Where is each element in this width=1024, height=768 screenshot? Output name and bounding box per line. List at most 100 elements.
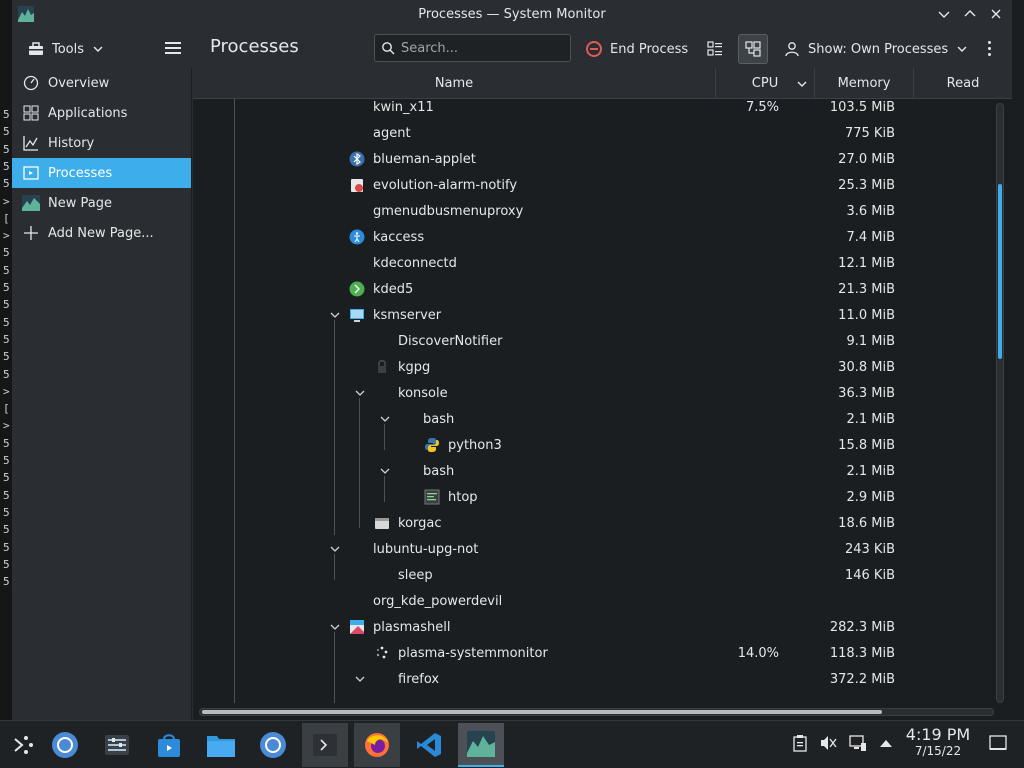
expand-chevron-icon[interactable]	[379, 465, 391, 477]
expand-chevron-icon[interactable]	[329, 309, 341, 321]
table-row[interactable]: kwin_x11 7.5% 103.5 MiB	[193, 99, 993, 120]
table-row[interactable]: firefox 372.2 MiB	[193, 666, 993, 692]
clock-date: 7/15/22	[914, 744, 962, 758]
application-launcher-button[interactable]	[0, 723, 46, 767]
search-input[interactable]	[401, 40, 561, 56]
table-row[interactable]: plasma-systemmonitor 14.0% 118.3 MiB	[193, 640, 993, 666]
column-header-read[interactable]: Read	[914, 68, 1012, 99]
table-row[interactable]: bash 2.1 MiB	[193, 406, 993, 432]
table-row[interactable]: python3 15.8 MiB	[193, 432, 993, 458]
sidebar-item-new-page[interactable]: New Page	[12, 188, 191, 218]
process-name-cell: kded5	[349, 281, 413, 297]
end-process-button[interactable]: End Process	[586, 36, 688, 62]
terminal-glyph: 5	[3, 367, 10, 381]
process-name: bash	[423, 463, 455, 479]
table-row[interactable]: sleep 146 KiB	[193, 562, 993, 588]
grid-icon	[22, 104, 40, 122]
column-header-name[interactable]: Name	[193, 68, 716, 99]
column-header-cpu[interactable]: CPU	[716, 68, 815, 99]
process-icon	[349, 151, 365, 167]
process-name-cell: gmenudbusmenuproxy	[349, 203, 523, 219]
table-row[interactable]: org_kde_powerdevil	[193, 588, 993, 614]
hamburger-menu-icon[interactable]	[162, 36, 186, 60]
expand-chevron-icon[interactable]	[354, 673, 366, 685]
clipboard-icon[interactable]	[790, 733, 810, 753]
maximize-icon[interactable]	[960, 4, 980, 24]
show-filter-dropdown[interactable]: Show: Own Processes	[784, 36, 968, 62]
horizontal-scrollbar[interactable]	[199, 708, 994, 716]
process-icon	[349, 203, 365, 219]
process-name: korgac	[398, 515, 442, 531]
taskbar-vscode[interactable]	[406, 723, 452, 767]
system-monitor-icon	[467, 731, 495, 757]
title-bar[interactable]: Processes — System Monitor	[12, 0, 1012, 28]
sidebar-item-overview[interactable]: Overview	[12, 68, 191, 98]
taskbar-settings[interactable]	[94, 723, 140, 767]
table-row[interactable]: konsole 36.3 MiB	[193, 380, 993, 406]
table-row[interactable]: gmenudbusmenuproxy 3.6 MiB	[193, 198, 993, 224]
chevron-down-icon	[957, 46, 967, 52]
taskbar-file-manager[interactable]	[198, 723, 244, 767]
table-row[interactable]: lubuntu-upg-not 243 KiB	[193, 536, 993, 562]
expand-chevron-icon[interactable]	[329, 543, 341, 555]
more-options-icon[interactable]	[984, 38, 994, 58]
taskbar-firefox[interactable]	[354, 723, 400, 767]
process-icon	[374, 645, 390, 661]
process-name-cell: ksmserver	[349, 307, 441, 323]
expand-chevron-icon[interactable]	[329, 621, 341, 633]
sidebar: Overview Applications History Processes	[12, 68, 192, 720]
sidebar-item-history[interactable]: History	[12, 128, 191, 158]
table-row[interactable]: kaccess 7.4 MiB	[193, 224, 993, 250]
process-memory: 775 KiB	[844, 125, 895, 141]
clock[interactable]: 4:19 PM 7/15/22	[900, 725, 976, 758]
process-memory: 30.8 MiB	[838, 359, 895, 375]
table-row[interactable]: htop 2.9 MiB	[193, 484, 993, 510]
minimize-icon[interactable]	[934, 4, 954, 24]
column-header-memory[interactable]: Memory	[815, 68, 914, 99]
table-row[interactable]: kgpg 30.8 MiB	[193, 354, 993, 380]
close-icon[interactable]	[986, 4, 1006, 24]
volume-muted-icon[interactable]	[818, 733, 838, 753]
sidebar-item-add-new-page[interactable]: Add New Page...	[12, 218, 191, 248]
table-row[interactable]: evolution-alarm-notify 25.3 MiB	[193, 172, 993, 198]
vertical-scrollbar-thumb[interactable]	[998, 184, 1002, 359]
expand-chevron-icon[interactable]	[354, 387, 366, 399]
process-name: kwin_x11	[373, 99, 434, 115]
tools-button[interactable]: Tools	[22, 36, 110, 62]
taskbar-discover[interactable]	[146, 723, 192, 767]
expand-chevron-icon[interactable]	[379, 413, 391, 425]
table-row[interactable]: DiscoverNotifier 9.1 MiB	[193, 328, 993, 354]
table-row[interactable]: ksmserver 11.0 MiB	[193, 302, 993, 328]
system-monitor-window: Processes — System Monitor Tools Process…	[12, 0, 1012, 720]
list-view-button[interactable]	[700, 34, 730, 64]
terminal-glyph: 5	[3, 142, 10, 156]
sidebar-item-processes[interactable]: Processes	[12, 158, 191, 188]
network-icon[interactable]	[848, 733, 868, 753]
show-desktop-icon[interactable]	[988, 733, 1008, 753]
sidebar-item-applications[interactable]: Applications	[12, 98, 191, 128]
sidebar-item-label: Add New Page...	[48, 225, 154, 241]
table-row[interactable]: bash 2.1 MiB	[193, 458, 993, 484]
table-row[interactable]: agent 775 KiB	[193, 120, 993, 146]
table-row[interactable]: kded5 21.3 MiB	[193, 276, 993, 302]
horizontal-scrollbar-thumb[interactable]	[202, 710, 882, 714]
taskbar-chromium[interactable]	[42, 723, 88, 767]
vertical-scrollbar[interactable]	[996, 103, 1004, 703]
tray-expand-icon[interactable]	[876, 733, 896, 753]
tree-view-button[interactable]	[738, 34, 768, 64]
table-row[interactable]: plasmashell 282.3 MiB	[193, 614, 993, 640]
clock-time: 4:19 PM	[905, 725, 971, 744]
terminal-glyph: 5	[3, 575, 10, 589]
taskbar-konsole[interactable]	[302, 723, 348, 767]
table-row[interactable]: kdeconnectd 12.1 MiB	[193, 250, 993, 276]
terminal-glyph: 5	[3, 246, 10, 260]
terminal-glyph: 5	[3, 436, 10, 450]
search-field[interactable]	[374, 34, 571, 62]
taskbar-chromium-2[interactable]	[250, 723, 296, 767]
taskbar-system-monitor[interactable]	[458, 723, 504, 767]
process-name: python3	[448, 437, 502, 453]
table-row[interactable]: blueman-applet 27.0 MiB	[193, 146, 993, 172]
table-row[interactable]: korgac 18.6 MiB	[193, 510, 993, 536]
window-title: Processes — System Monitor	[418, 6, 606, 22]
process-memory: 118.3 MiB	[829, 645, 895, 661]
